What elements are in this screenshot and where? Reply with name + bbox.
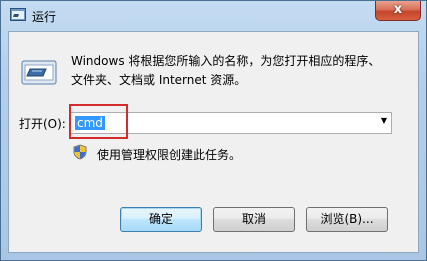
browse-button[interactable]: 浏览(B)... [306,207,388,232]
run-dialog-window: 运行 x Windows 将根据您所输入的名称，为您打开相应的程序、 文件夹、文… [0,0,427,261]
description-line-2: 文件夹、文档或 Internet 资源。 [71,73,247,87]
annotation-highlight-box [69,104,128,139]
uac-shield-icon [73,144,87,160]
ok-button[interactable]: 确定 [120,207,202,232]
window-title: 运行 [32,10,57,24]
run-app-icon [10,8,26,21]
chevron-down-icon[interactable]: ▼ [381,116,387,125]
admin-privilege-note: 使用管理权限创建此任务。 [97,148,242,162]
dialog-body: Windows 将根据您所输入的名称，为您打开相应的程序、 文件夹、文档或 In… [8,31,419,253]
run-dialog-icon [21,60,57,85]
title-bar[interactable]: 运行 x [1,1,426,31]
cancel-button[interactable]: 取消 [213,207,295,232]
dialog-description: Windows 将根据您所输入的名称，为您打开相应的程序、 文件夹、文档或 In… [71,52,411,90]
open-label: 打开(O): [19,117,66,131]
description-line-1: Windows 将根据您所输入的名称，为您打开相应的程序、 [71,54,381,68]
close-icon: x [393,2,403,17]
close-button[interactable]: x [375,1,421,21]
